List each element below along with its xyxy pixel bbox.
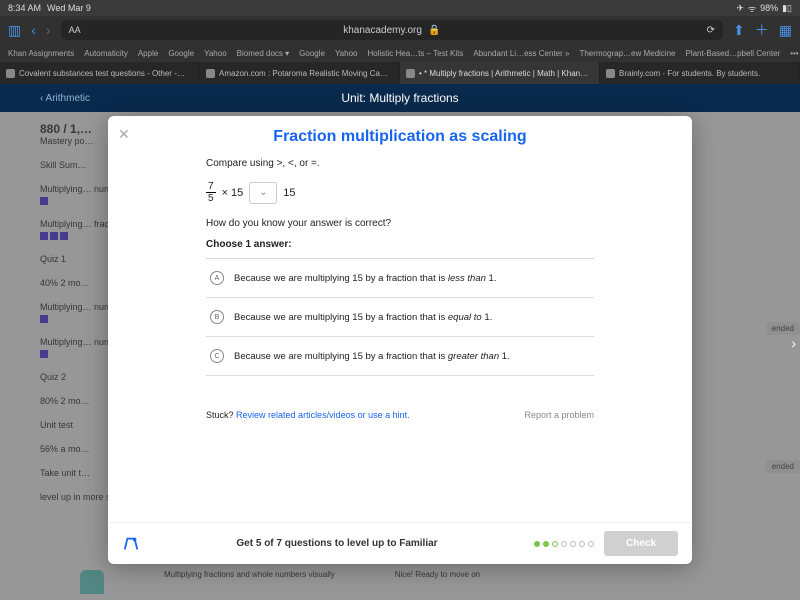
recommended-badge: ended	[766, 322, 800, 335]
hint-link[interactable]: Review related articles/videos or use a …	[236, 410, 410, 420]
exercise-title: Fraction multiplication as scaling	[108, 116, 692, 154]
bookmark-item[interactable]: Yahoo	[335, 49, 358, 58]
unit-title: Unit: Multiply fractions	[341, 91, 458, 105]
new-tab-icon[interactable]: ＋	[755, 20, 769, 40]
favicon	[6, 69, 15, 78]
share-icon[interactable]: ⬆	[733, 22, 745, 39]
battery-percent: 98%	[760, 3, 778, 13]
progress-dot	[579, 541, 585, 547]
bookmark-item[interactable]: Holistic Hea…ts – Test Kits	[367, 49, 463, 58]
choice-text: Because we are multiplying 15 by a fract…	[234, 351, 510, 362]
sidebar-icon[interactable]: ▥	[8, 22, 21, 39]
favicon	[206, 69, 215, 78]
bookmark-item[interactable]: Automaticity	[84, 49, 128, 58]
compare-prompt: Compare using >, <, or =.	[206, 158, 594, 169]
tab-label: Covalent substances test questions - Oth…	[19, 69, 185, 78]
progress-dot	[534, 541, 540, 547]
favicon	[606, 69, 615, 78]
url-text: khanacademy.org	[343, 25, 422, 36]
stuck-label: Stuck?	[206, 410, 234, 420]
comparison-select[interactable]: ⌄	[249, 182, 277, 204]
followup-question: How do you know your answer is correct?	[206, 218, 594, 229]
browser-tab[interactable]: Covalent substances test questions - Oth…	[0, 62, 200, 84]
mascot-icon	[80, 570, 104, 594]
bg-ready-text: Nice! Ready to move on	[395, 570, 480, 594]
choice-radio: B	[210, 310, 224, 324]
url-bar[interactable]: AA khanacademy.org 🔒 ⟳	[61, 20, 723, 40]
answer-choice[interactable]: C Because we are multiplying 15 by a frac…	[206, 336, 594, 376]
choice-text: Because we are multiplying 15 by a fract…	[234, 312, 492, 323]
refresh-icon[interactable]: ⟳	[707, 25, 715, 36]
mascot-icon	[122, 535, 140, 553]
ipad-status-bar: 8:34 AM Wed Mar 9 ✈ ᯤ 98% ▮▯	[0, 0, 800, 16]
favicon	[406, 69, 415, 78]
safari-toolbar: ▥ ‹ › AA khanacademy.org 🔒 ⟳ ⬆ ＋ ▦	[0, 16, 800, 44]
progress-dot	[561, 541, 567, 547]
progress-dot	[543, 541, 549, 547]
tab-label: • * Multiply fractions | Arithmetic | Ma…	[419, 69, 588, 78]
wifi-icon: ᯤ	[748, 2, 756, 15]
choice-radio: A	[210, 271, 224, 285]
battery-icon: ▮▯	[782, 3, 792, 14]
browser-tab[interactable]: Amazon.com : Potaroma Realistic Moving C…	[200, 62, 400, 84]
choice-text: Because we are multiplying 15 by a fract…	[234, 273, 496, 284]
next-arrow-icon[interactable]: ›	[791, 335, 796, 351]
bookmark-item[interactable]: Biomed docs ▾	[237, 49, 289, 58]
breadcrumb[interactable]: ‹ Arithmetic	[40, 93, 90, 104]
expression: 7 5 × 15 ⌄ 15	[206, 181, 594, 204]
khan-unit-header: ‹ Arithmetic Unit: Multiply fractions	[0, 84, 800, 112]
answer-choice[interactable]: A Because we are multiplying 15 by a frac…	[206, 258, 594, 297]
bookmark-item[interactable]: Google	[299, 49, 325, 58]
progress-dots	[534, 541, 594, 547]
bookmark-item[interactable]: Khan Assignments	[8, 49, 74, 58]
bookmarks-bar: Khan Assignments Automaticity Apple Google Y…	[0, 44, 800, 62]
tab-label: Amazon.com : Potaroma Realistic Moving C…	[219, 69, 388, 78]
progress-dot	[588, 541, 594, 547]
progress-text: Get 5 of 7 questions to level up to Fami…	[150, 538, 524, 549]
choice-radio: C	[210, 349, 224, 363]
close-icon[interactable]: ✕	[118, 126, 130, 143]
browser-tab[interactable]: Brainly.com - For students. By students.	[600, 62, 800, 84]
exercise-modal: ✕ Fraction multiplication as scaling Com…	[108, 116, 692, 564]
progress-dot	[552, 541, 558, 547]
bookmark-item[interactable]: Yahoo	[204, 49, 227, 58]
fraction: 7 5	[206, 181, 216, 204]
bookmark-item[interactable]: Thermograp…ew Medicine	[579, 49, 675, 58]
bookmark-item[interactable]: Abundant Li…ess Center »	[473, 49, 569, 58]
bookmark-item[interactable]: Google	[168, 49, 194, 58]
report-problem-link[interactable]: Report a problem	[524, 410, 594, 420]
lock-icon: 🔒	[428, 25, 440, 36]
progress-dot	[570, 541, 576, 547]
tab-strip: Covalent substances test questions - Oth…	[0, 62, 800, 84]
bookmark-item[interactable]: Plant-Based…pbell Center	[685, 49, 780, 58]
status-date: Wed Mar 9	[47, 3, 91, 13]
choose-label: Choose 1 answer:	[206, 239, 594, 250]
answer-choice[interactable]: B Because we are multiplying 15 by a frac…	[206, 297, 594, 336]
airplane-icon: ✈	[736, 3, 744, 14]
browser-tab[interactable]: • * Multiply fractions | Arithmetic | Ma…	[400, 62, 600, 84]
tab-label: Brainly.com - For students. By students.	[619, 69, 760, 78]
bookmark-item[interactable]: Apple	[138, 49, 158, 58]
bg-lesson-title: Multiplying fractions and whole numbers …	[164, 570, 335, 594]
tabs-icon[interactable]: ▦	[779, 22, 792, 39]
back-icon[interactable]: ‹	[31, 22, 36, 38]
forward-icon: ›	[46, 22, 51, 38]
reader-icon[interactable]: AA	[69, 25, 81, 35]
check-button[interactable]: Check	[604, 531, 678, 556]
status-time: 8:34 AM	[8, 3, 41, 13]
recommended-badge: ended	[766, 460, 800, 473]
modal-footer: Get 5 of 7 questions to level up to Fami…	[108, 522, 692, 564]
more-bookmarks-icon[interactable]: •••	[790, 49, 798, 58]
